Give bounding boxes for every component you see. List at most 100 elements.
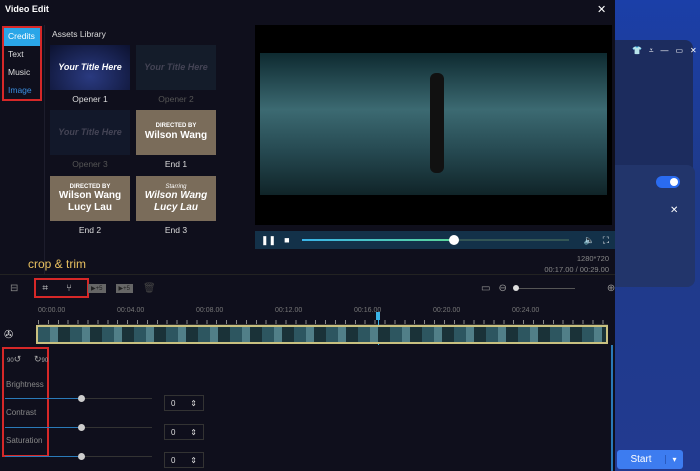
contrast-label: Contrast	[6, 408, 37, 417]
asset-end-1[interactable]: DIRECTED BY Wilson Wang End 1	[136, 110, 216, 169]
spinner-icon[interactable]: ⇕	[190, 399, 197, 408]
start-label: Start	[630, 454, 652, 465]
category-music[interactable]: Music	[4, 64, 40, 82]
saturation-input[interactable]: 0 ⇕	[164, 452, 204, 468]
timeline-tick-label: 00:12.00	[275, 307, 303, 314]
category-credits[interactable]: Credits	[4, 28, 40, 46]
edit-toolbar: ⊟ ⌗ ⑂ ▶+5 ▶+5 🗑	[10, 283, 156, 294]
brightness-slider[interactable]	[5, 395, 152, 402]
asset-label: Opener 2	[158, 94, 194, 104]
chevron-down-icon[interactable]: ▾	[665, 455, 683, 464]
category-image[interactable]: Image	[4, 82, 40, 100]
stop-icon[interactable]: ■	[284, 235, 289, 245]
assets-library-heading: Assets Library	[52, 29, 106, 39]
seek-handle[interactable]	[449, 235, 460, 245]
track-edge	[611, 345, 613, 471]
saturation-slider[interactable]	[5, 453, 152, 460]
zoom-controls: ▭ ⊖ ⊕	[481, 283, 615, 294]
divider	[44, 25, 45, 275]
background-toggle[interactable]	[656, 176, 680, 188]
spinner-icon[interactable]: ⇕	[190, 428, 197, 437]
asset-label: End 2	[78, 225, 102, 235]
saturation-value: 0	[171, 455, 176, 465]
asset-end-3[interactable]: Starring Wilson Wang Lucy Lau End 3	[136, 176, 216, 235]
asset-opener-1[interactable]: Your Title Here Opener 1	[50, 45, 130, 104]
video-preview[interactable]	[255, 25, 612, 225]
thumb-text: Lucy Lau	[68, 201, 112, 213]
player-controls: ❚❚ ■ 🔈 ⛶	[255, 231, 615, 249]
forward-5-button[interactable]: ▶+5	[88, 284, 106, 293]
divider	[0, 274, 615, 275]
asset-label: Opener 3	[72, 159, 108, 169]
crop-icon[interactable]: ⌗	[42, 283, 48, 294]
thumb-text: Your Title Here	[58, 62, 122, 73]
thumb-text: Wilson Wang	[144, 190, 208, 202]
resolution-text: 1280*720	[576, 254, 609, 263]
zoom-slider[interactable]	[512, 285, 575, 291]
timeline-tick-label: 00:24.00	[512, 307, 540, 314]
thumb-text: Wilson Wang	[144, 130, 208, 142]
rotate-right-label: 90	[41, 358, 49, 364]
zoom-out-icon[interactable]: ⊖	[498, 283, 506, 294]
skin-icon[interactable]: 👕	[632, 46, 642, 56]
video-frame	[260, 53, 607, 195]
saturation-label: Saturation	[6, 436, 43, 445]
film-reel-icon: ✇	[4, 329, 14, 341]
thumb-text: Lucy Lau	[154, 201, 198, 213]
timeline-tick-label: 00:04.00	[117, 307, 145, 314]
contrast-input[interactable]: 0 ⇕	[164, 424, 204, 440]
window-title: Video Edit	[5, 4, 49, 14]
thumb-text: Your Title Here	[58, 127, 122, 138]
rotate-right-button[interactable]: ↻90	[34, 354, 48, 365]
asset-opener-2[interactable]: Your Title Here Opener 2	[136, 45, 216, 104]
rotate-left-label: 90	[7, 358, 14, 364]
thumb-text: Wilson Wang	[58, 190, 122, 202]
asset-label: End 1	[164, 159, 188, 169]
asset-label: Opener 1	[72, 94, 108, 104]
close-icon[interactable]: ✕	[690, 46, 697, 56]
zoom-in-icon[interactable]: ⊕	[607, 283, 615, 294]
delete-icon[interactable]: 🗑	[143, 283, 156, 294]
pause-icon[interactable]: ❚❚	[261, 235, 276, 246]
timeline-ruler[interactable]: 00:00.00 00:04.00 00:08.00 00:12.00 00:16.00…	[38, 305, 608, 325]
video-subject	[430, 73, 444, 173]
category-text[interactable]: Text	[4, 46, 40, 64]
seek-slider[interactable]	[301, 235, 570, 245]
maximize-icon[interactable]: ▭	[675, 46, 683, 56]
video-edit-window: Video Edit ✕ Credits Text Music Image As…	[0, 0, 615, 471]
category-list: Credits Text Music Image	[2, 26, 42, 101]
timeline-tick-label: 00:20.00	[433, 307, 461, 314]
background-window-controls: 👕 ⩡ — ▭ ✕	[632, 46, 697, 56]
asset-label: End 3	[164, 225, 188, 235]
start-button[interactable]: Start ▾	[617, 450, 683, 469]
slider-handle[interactable]	[78, 424, 85, 431]
playhead[interactable]	[375, 312, 380, 320]
rotate-left-button[interactable]: 90↺	[7, 354, 21, 365]
annotation-label: crop & trim	[28, 257, 87, 271]
fullscreen-icon[interactable]: ⛶	[603, 235, 609, 246]
slider-handle[interactable]	[78, 395, 85, 402]
time-text: 00:17.00 / 00:29.00	[544, 265, 609, 274]
video-clip-track[interactable]	[36, 325, 608, 344]
timeline-tick-label: 00:00.00	[38, 307, 66, 314]
brightness-label: Brightness	[6, 380, 44, 389]
trim-icon[interactable]: ⑂	[66, 283, 72, 294]
contrast-slider[interactable]	[5, 424, 152, 431]
slider-handle[interactable]	[78, 453, 85, 460]
volume-icon[interactable]: 🔈	[583, 235, 594, 246]
split-icon[interactable]: ⊟	[10, 283, 18, 294]
menu-icon[interactable]: ⩡	[649, 46, 654, 56]
asset-opener-3[interactable]: Your Title Here Opener 3	[50, 110, 130, 169]
fit-icon[interactable]: ▭	[481, 283, 490, 294]
timeline-tick-label: 00:08.00	[196, 307, 224, 314]
thumb-text: DIRECTED BY	[69, 183, 111, 190]
close-icon[interactable]: ✕	[597, 3, 606, 16]
backward-5-button[interactable]: ▶+5	[115, 284, 133, 293]
asset-end-2[interactable]: DIRECTED BY Wilson Wang Lucy Lau End 2	[50, 176, 130, 235]
close-icon[interactable]: ✕	[670, 205, 678, 216]
minimize-icon[interactable]: —	[660, 46, 668, 56]
thumb-text: Your Title Here	[144, 62, 208, 73]
contrast-value: 0	[171, 427, 176, 437]
spinner-icon[interactable]: ⇕	[190, 456, 197, 465]
brightness-input[interactable]: 0 ⇕	[164, 395, 204, 411]
